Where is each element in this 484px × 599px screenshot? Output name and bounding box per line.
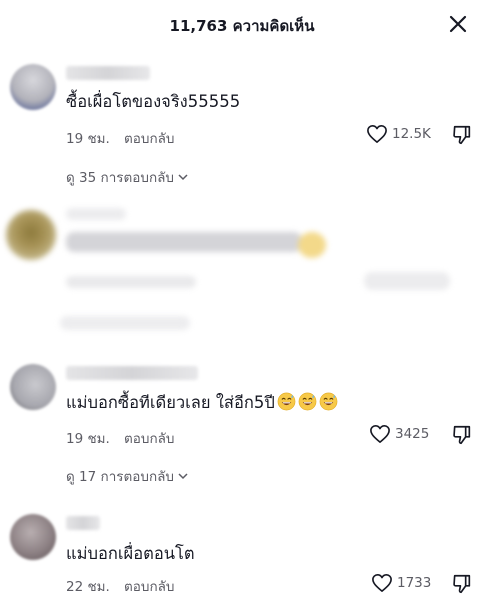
chevron-down-icon [178,174,188,181]
comment-meta: 22 ชม. ตอบกลับ [66,575,174,597]
grinning-sweat-emoji [277,392,296,411]
heart-icon [367,125,387,143]
emoji-group [275,392,338,412]
heart-icon [372,574,392,592]
comment-text: ซื้อเผื่อโตของจริง55555 [66,92,241,111]
reply-button[interactable]: ตอบกลับ [124,579,174,595]
blurred-avatar [6,210,56,260]
comment-text-body: แม่บอกซื้อทีเดียวเลย ใส่อีก5ปี [66,393,275,412]
grinning-sweat-emoji [298,392,317,411]
heart-icon [370,425,390,443]
blurred-like [364,272,450,290]
avatar[interactable] [10,514,56,560]
username-redacted[interactable] [66,516,100,530]
blurred-text [66,232,302,252]
comment-text: แม่บอกซื้อทีเดียวเลย ใส่อีก5ปี [66,390,338,416]
comment-meta: 19 ชม. ตอบกลับ [66,127,174,149]
view-replies-label: ดู 35 การตอบกลับ [66,170,174,186]
avatar[interactable] [10,364,56,410]
blurred-comment [0,192,484,352]
reply-button[interactable]: ตอบกลับ [124,431,174,447]
like-button[interactable]: 1733 [371,573,431,593]
chevron-down-icon [178,473,188,480]
comment-time: 19 ชม. [66,131,110,147]
close-icon [449,15,467,33]
reply-button[interactable]: ตอบกลับ [124,131,174,147]
grinning-sweat-emoji [319,392,338,411]
view-replies-button[interactable]: ดู 35 การตอบกลับ [66,166,189,188]
comments-count-title: 11,763 ความคิดเห็น [169,17,315,35]
like-button[interactable]: 12.5K [366,124,431,144]
thumbs-down-icon [453,425,471,445]
comment-time: 19 ชม. [66,431,110,447]
close-button[interactable] [446,12,470,36]
username-redacted[interactable] [66,66,150,80]
like-count: 3425 [395,426,430,442]
view-replies-button[interactable]: ดู 17 การตอบกลับ [66,465,189,487]
comments-header: 11,763 ความคิดเห็น [0,0,484,50]
dislike-button[interactable] [451,573,473,599]
comment-time: 22 ชม. [66,579,110,595]
view-replies-label: ดู 17 การตอบกลับ [66,469,174,485]
like-count: 1733 [397,575,432,591]
dislike-button[interactable] [451,124,473,150]
blurred-emoji [298,232,326,258]
thumbs-down-icon [453,574,471,594]
avatar[interactable] [10,64,56,110]
dislike-button[interactable] [451,424,473,450]
like-count: 12.5K [392,126,431,142]
blurred-username [66,208,126,220]
username-redacted[interactable] [66,366,198,380]
comment-meta: 19 ชม. ตอบกลับ [66,427,174,449]
blurred-replies [60,316,190,330]
comment-text: แม่บอกเผื่อตอนโต [66,544,195,563]
like-button[interactable]: 3425 [369,424,429,444]
blurred-meta [66,276,196,288]
thumbs-down-icon [453,125,471,145]
